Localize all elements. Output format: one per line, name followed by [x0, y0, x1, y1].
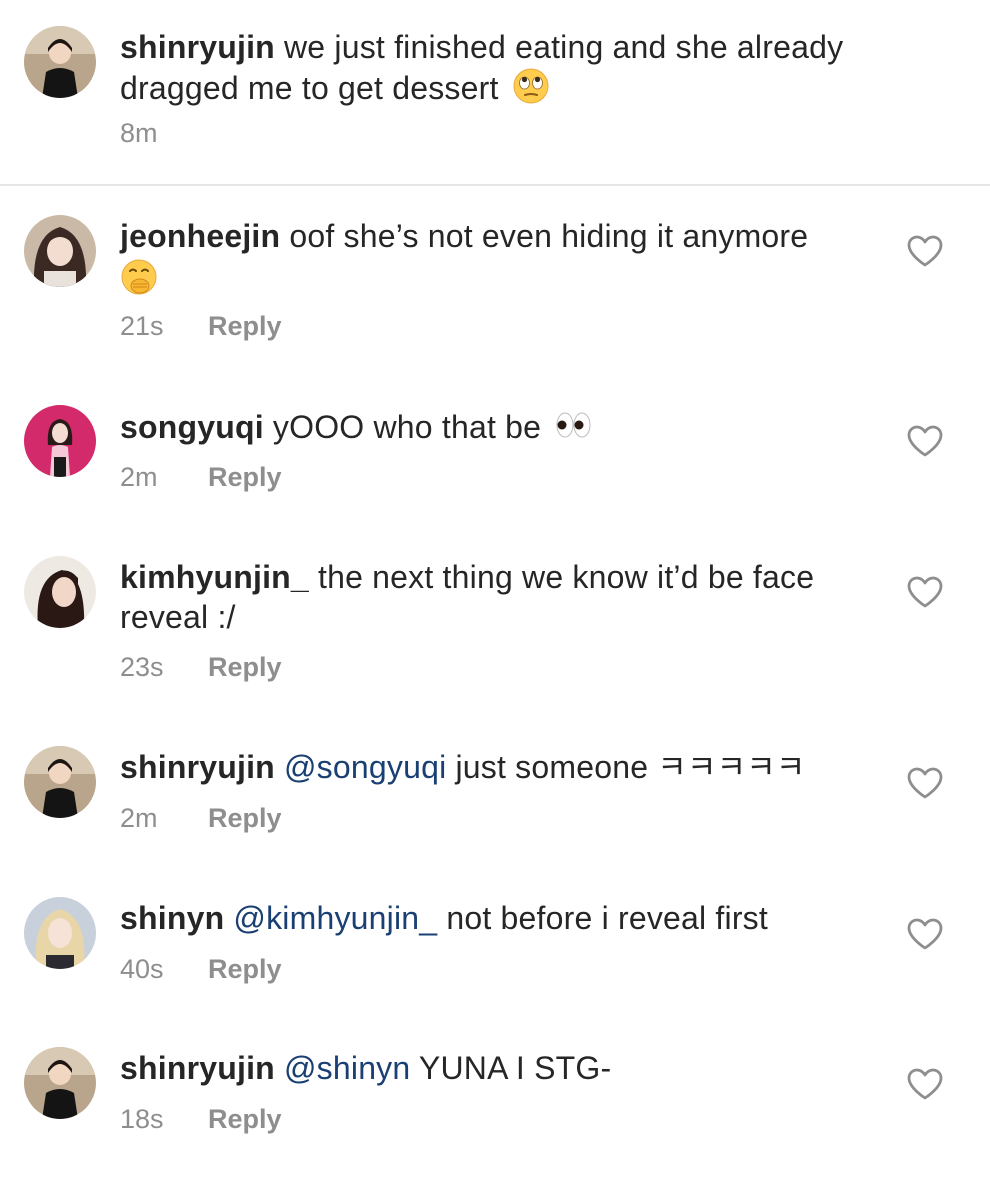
username[interactable]: kimhyunjin_ [120, 559, 309, 595]
avatar[interactable] [24, 556, 96, 628]
reply-button[interactable]: Reply [208, 462, 282, 493]
timestamp: 2m [120, 462, 158, 492]
comment-body: just someone ㅋㅋㅋㅋㅋ [455, 749, 806, 785]
comment-body: yOOO who that be [272, 409, 542, 445]
username[interactable]: jeonheejin [120, 218, 280, 254]
reply-button[interactable]: Reply [208, 954, 282, 985]
avatar[interactable] [24, 26, 96, 98]
reply-button[interactable]: Reply [208, 652, 282, 683]
avatar[interactable] [24, 405, 96, 477]
avatar[interactable] [24, 215, 96, 287]
face-with-hand-over-mouth-emoji-icon [120, 258, 158, 296]
post-caption: shinryujin we just finished eating and s… [0, 0, 990, 186]
timestamp: 8m [120, 118, 158, 148]
caption-text: shinryujin we just finished eating and s… [120, 27, 890, 108]
comment-text: shinyn @kimhyunjin_ not before i reveal … [120, 898, 890, 938]
comment-body: not before i reveal first [446, 900, 768, 936]
reply-button[interactable]: Reply [208, 1104, 282, 1135]
like-heart-icon[interactable] [906, 766, 944, 800]
timestamp: 2m [120, 803, 158, 833]
timestamp: 40s [120, 954, 164, 984]
comment-text: shinryujin @songyuqi just someone ㅋㅋㅋㅋㅋ [120, 747, 890, 787]
reply-button[interactable]: Reply [208, 311, 282, 342]
comment-text: jeonheejin oof she’s not even hiding it … [120, 216, 890, 299]
comment-text: songyuqi yOOO who that be [120, 406, 890, 447]
mention-link[interactable]: @kimhyunjin_ [233, 900, 437, 936]
timestamp: 18s [120, 1104, 164, 1134]
rolling-eyes-emoji-icon [512, 67, 550, 105]
mention-link[interactable]: @shinyn [284, 1050, 410, 1086]
avatar[interactable] [24, 1047, 96, 1119]
like-heart-icon[interactable] [906, 1067, 944, 1101]
username[interactable]: shinryujin [120, 29, 275, 65]
reply-button[interactable]: Reply [208, 803, 282, 834]
eyes-emoji-icon [554, 406, 592, 444]
mention-link[interactable]: @songyuqi [284, 749, 446, 785]
comment-meta: 18s Reply [120, 1104, 282, 1135]
avatar[interactable] [24, 897, 96, 969]
comment-meta: 23s Reply [120, 652, 282, 683]
like-heart-icon[interactable] [906, 575, 944, 609]
comment-meta: 21s Reply [120, 311, 282, 342]
comment-text: kimhyunjin_ the next thing we know it’d … [120, 557, 890, 637]
comment-body: YUNA I STG- [418, 1050, 612, 1086]
comment-meta: 2m Reply [120, 462, 282, 493]
like-heart-icon[interactable] [906, 917, 944, 951]
comment-text: shinryujin @shinyn YUNA I STG- [120, 1048, 890, 1088]
like-heart-icon[interactable] [906, 424, 944, 458]
username[interactable]: shinryujin [120, 1050, 275, 1086]
comment-meta: 2m Reply [120, 803, 282, 834]
like-heart-icon[interactable] [906, 234, 944, 268]
caption-meta: 8m [120, 118, 208, 149]
username[interactable]: shinyn [120, 900, 224, 936]
avatar[interactable] [24, 746, 96, 818]
comment-meta: 40s Reply [120, 954, 282, 985]
timestamp: 21s [120, 311, 164, 341]
username[interactable]: songyuqi [120, 409, 264, 445]
comment-body: oof she’s not even hiding it anymore [289, 218, 809, 254]
timestamp: 23s [120, 652, 164, 682]
username[interactable]: shinryujin [120, 749, 275, 785]
